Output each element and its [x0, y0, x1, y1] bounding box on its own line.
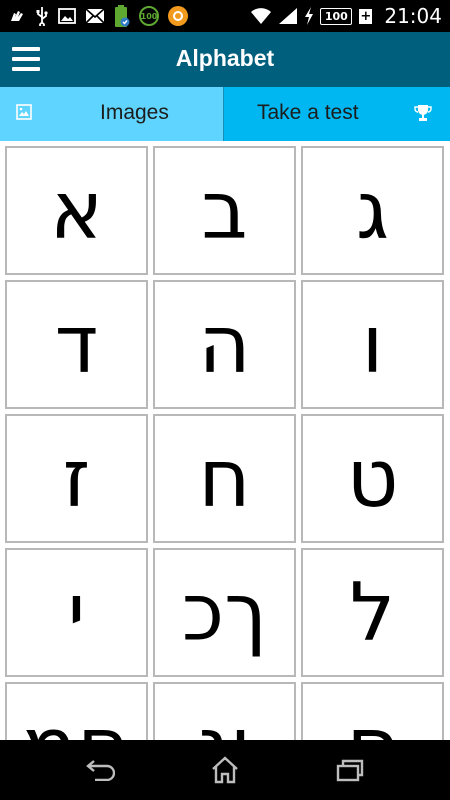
letter: םמ	[23, 706, 130, 740]
app-bar: Alphabet	[0, 32, 450, 87]
letter-tile[interactable]: ב	[153, 146, 296, 275]
letter: ח	[198, 431, 251, 525]
status-bar: 100 100 + 21:04	[0, 0, 450, 32]
letter-tile[interactable]: ןנ	[153, 682, 296, 740]
letter: ןנ	[198, 706, 252, 740]
letter-tile[interactable]: ךכ	[153, 548, 296, 677]
letter-tile[interactable]: םמ	[5, 682, 148, 740]
letter-tile[interactable]: ד	[5, 280, 148, 409]
charging-icon	[304, 7, 314, 25]
tab-take-a-test[interactable]: Take a test	[224, 87, 450, 141]
letter: י	[67, 565, 86, 659]
letter-tile[interactable]: ה	[153, 280, 296, 409]
letter: א	[49, 163, 104, 257]
letter-tile[interactable]: י	[5, 548, 148, 677]
letter: ט	[346, 431, 399, 525]
tab-images[interactable]: Images	[0, 87, 224, 146]
letter: ס	[347, 706, 399, 740]
badge-100-icon: 100	[139, 6, 159, 26]
letter-grid-container[interactable]: א ב ג ד ה ו ז ח ט י ךכ ל םמ ןנ ס	[0, 141, 450, 740]
badge-100-text: 100	[140, 11, 158, 21]
letter: ל	[349, 565, 396, 659]
battery-level: 100	[324, 9, 348, 23]
clock: 21:04	[384, 4, 442, 28]
letter-tile[interactable]: ח	[153, 414, 296, 543]
letter: ב	[201, 163, 248, 257]
letter-tile[interactable]: ג	[301, 146, 444, 275]
letter-tile[interactable]: ס	[301, 682, 444, 740]
letter: ד	[54, 297, 99, 391]
letter-tile[interactable]: ל	[301, 548, 444, 677]
hand-icon	[8, 7, 26, 25]
usb-icon	[35, 6, 49, 26]
letter-tile[interactable]: ו	[301, 280, 444, 409]
recent-apps-icon[interactable]	[330, 754, 370, 786]
back-icon[interactable]	[80, 754, 120, 786]
mail-icon	[85, 8, 105, 24]
page-title: Alphabet	[175, 45, 275, 71]
battery-icon: 100	[320, 7, 353, 25]
letter-tile[interactable]: ט	[301, 414, 444, 543]
navigation-bar	[0, 740, 450, 800]
letter: ךכ	[181, 565, 268, 659]
letter-grid: א ב ג ד ה ו ז ח ט י ךכ ל םמ ןנ ס	[5, 146, 444, 740]
tab-test-label: Take a test	[257, 101, 359, 124]
letter: ז	[62, 431, 91, 525]
tab-bar: Images Take a test	[0, 87, 450, 146]
orange-app-icon	[168, 6, 188, 26]
image-icon	[16, 104, 32, 124]
trophy-icon	[414, 104, 432, 126]
tab-images-label: Images	[100, 101, 169, 124]
battery-app-icon	[114, 4, 130, 28]
signal-icon	[278, 7, 298, 25]
notification-icons: 100	[8, 4, 250, 28]
letter: ו	[361, 297, 384, 391]
system-icons: 100 + 21:04	[250, 4, 442, 28]
image-icon	[58, 8, 76, 24]
wifi-icon	[250, 7, 272, 25]
app-screen: 100 100 + 21:04 Alphabet Images Take a t…	[0, 0, 450, 800]
letter-tile[interactable]: ז	[5, 414, 148, 543]
letter: ה	[198, 297, 251, 391]
home-icon[interactable]	[205, 754, 245, 786]
battery-plus-icon: +	[359, 8, 373, 24]
letter: ג	[356, 163, 389, 257]
letter-tile[interactable]: א	[5, 146, 148, 275]
